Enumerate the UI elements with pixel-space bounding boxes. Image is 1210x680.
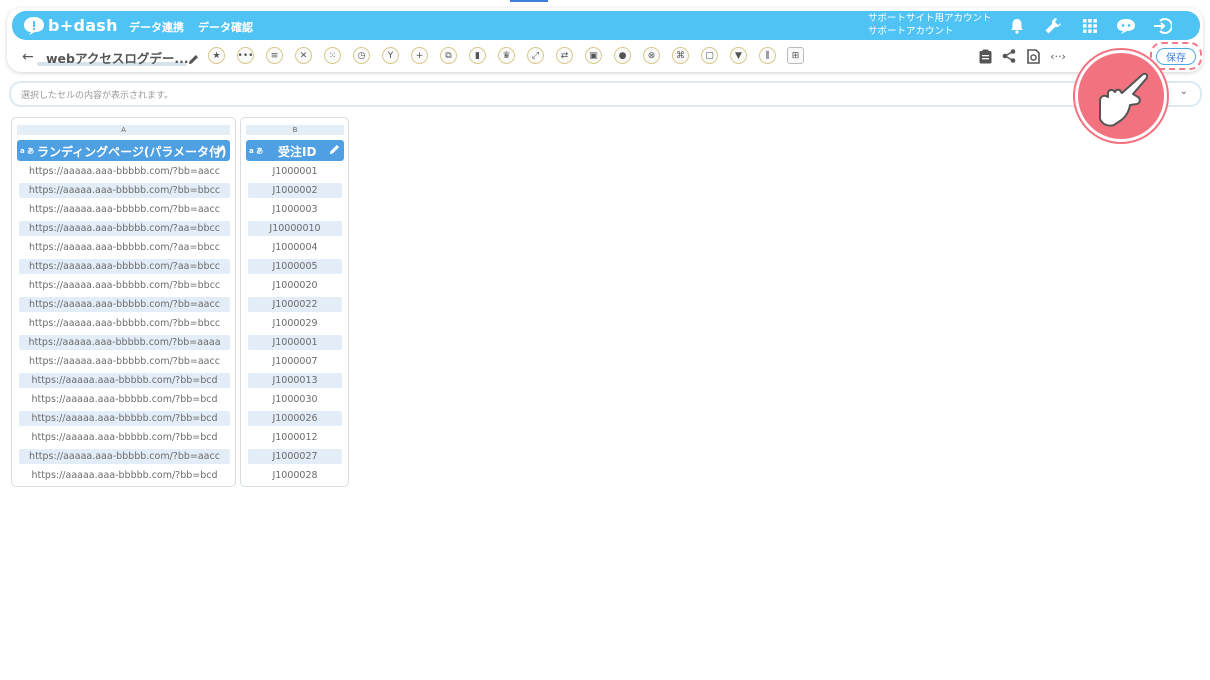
- cell-a-10[interactable]: https://aaaaa.aaa-bbbbb.com/?bb=aaaa: [19, 335, 230, 350]
- cell-a-1[interactable]: https://aaaaa.aaa-bbbbb.com/?bb=aacc: [19, 164, 230, 179]
- cell-a-16[interactable]: https://aaaaa.aaa-bbbbb.com/?bb=aacc: [19, 449, 230, 464]
- edit-column-pencil-icon[interactable]: [329, 144, 340, 158]
- cell-a-6[interactable]: https://aaaaa.aaa-bbbbb.com/?aa=bbcc: [19, 259, 230, 274]
- column-card-a: A a あ ランディングページ(パラメータ付) https://aaaaa.aa…: [11, 117, 236, 487]
- column-letter-a[interactable]: A: [17, 125, 230, 135]
- cell-b-7[interactable]: J1000020: [248, 278, 342, 293]
- cell-a-13[interactable]: https://aaaaa.aaa-bbbbb.com/?bb=bcd: [19, 392, 230, 407]
- column-name-b: 受注ID: [278, 145, 317, 159]
- cell-b-15[interactable]: J1000012: [248, 430, 342, 445]
- cell-a-4[interactable]: https://aaaaa.aaa-bbbbb.com/?aa=bbcc: [19, 221, 230, 236]
- edit-column-pencil-icon[interactable]: [215, 144, 226, 158]
- cell-b-14[interactable]: J1000026: [248, 411, 342, 426]
- cell-b-5[interactable]: J1000004: [248, 240, 342, 255]
- cell-a-15[interactable]: https://aaaaa.aaa-bbbbb.com/?bb=bcd: [19, 430, 230, 445]
- tools-icon[interactable]: ✕: [295, 47, 312, 64]
- logout-icon[interactable]: [1151, 15, 1173, 37]
- share-icon[interactable]: [1000, 47, 1018, 65]
- cell-a-9[interactable]: https://aaaaa.aaa-bbbbb.com/?bb=bbcc: [19, 316, 230, 331]
- cell-a-12[interactable]: https://aaaaa.aaa-bbbbb.com/?bb=bcd: [19, 373, 230, 388]
- code-icon[interactable]: ‹··›: [1049, 47, 1067, 65]
- pointing-hand-annotation: [1075, 50, 1167, 142]
- cell-b-6[interactable]: J1000005: [248, 259, 342, 274]
- text-type-icon: a あ: [249, 147, 264, 155]
- image-icon[interactable]: ⌘: [672, 47, 689, 64]
- column-letter-b[interactable]: B: [246, 125, 344, 135]
- column-cells-a: https://aaaaa.aaa-bbbbb.com/?bb=aacc htt…: [19, 164, 230, 487]
- cluster-icon[interactable]: ⁙: [324, 47, 341, 64]
- star-icon[interactable]: ★: [208, 47, 225, 64]
- header-bar: b+dash データ連携 データ確認 サポートサイト用アカウント サポートアカウ…: [12, 11, 1200, 40]
- cell-a-7[interactable]: https://aaaaa.aaa-bbbbb.com/?bb=bbcc: [19, 278, 230, 293]
- cell-a-17[interactable]: https://aaaaa.aaa-bbbbb.com/?bb=bcd: [19, 468, 230, 483]
- more-icon[interactable]: •••: [237, 47, 254, 64]
- column-header-a[interactable]: a あ ランディングページ(パラメータ付): [17, 140, 230, 161]
- cell-b-10[interactable]: J1000001: [248, 335, 342, 350]
- apps-grid-icon[interactable]: [1079, 15, 1101, 37]
- nav-data-integration[interactable]: データ連携: [129, 19, 184, 35]
- plus-icon[interactable]: +: [411, 47, 428, 64]
- cell-b-2[interactable]: J1000002: [248, 183, 342, 198]
- filter-icon[interactable]: ▼: [730, 47, 747, 64]
- page-title[interactable]: webアクセスログデー...: [46, 48, 189, 67]
- restore-icon[interactable]: [1024, 47, 1042, 65]
- column-cells-b: J1000001 J1000002 J1000003 J10000010 J10…: [248, 164, 342, 487]
- close-circle-icon[interactable]: ⊗: [643, 47, 660, 64]
- cell-b-8[interactable]: J1000022: [248, 297, 342, 312]
- grid-icon[interactable]: ⊞: [787, 47, 804, 64]
- cell-b-17[interactable]: J1000028: [248, 468, 342, 483]
- toolbar-row: ← webアクセスログデー... ★ ••• ≡ ✕ ⁙ ◷ Y + ⧉ ▮ ♛…: [12, 44, 1200, 70]
- cell-b-13[interactable]: J1000030: [248, 392, 342, 407]
- cell-b-1[interactable]: J1000001: [248, 164, 342, 179]
- cell-content-bar[interactable]: 選択したセルの内容が表示されます。 ⌄: [11, 83, 1200, 105]
- chevron-down-icon[interactable]: ⌄: [1180, 86, 1188, 97]
- column-card-b: B a あ 受注ID J1000001 J1000002 J1000003 J1…: [240, 117, 349, 487]
- logo-text: b+dash: [48, 16, 118, 35]
- crown-icon[interactable]: ♛: [498, 47, 515, 64]
- expand-icon[interactable]: ⤢: [527, 47, 544, 64]
- nav-data-confirm[interactable]: データ確認: [198, 19, 253, 35]
- cell-content-placeholder: 選択したセルの内容が表示されます。: [21, 91, 174, 101]
- column-header-b[interactable]: a あ 受注ID: [246, 140, 344, 161]
- bell-icon[interactable]: [1006, 15, 1028, 37]
- cell-b-3[interactable]: J1000003: [248, 202, 342, 217]
- cell-b-16[interactable]: J1000027: [248, 449, 342, 464]
- edit-title-pencil-icon[interactable]: [188, 50, 199, 69]
- column-name-a: ランディングページ(パラメータ付): [37, 145, 227, 159]
- cell-a-8[interactable]: https://aaaaa.aaa-bbbbb.com/?bb=aacc: [19, 297, 230, 312]
- trash-icon[interactable]: ▮: [469, 47, 486, 64]
- cell-b-12[interactable]: J1000013: [248, 373, 342, 388]
- back-arrow-icon[interactable]: ←: [22, 49, 34, 65]
- square-icon[interactable]: ▢: [701, 47, 718, 64]
- list-icon[interactable]: ≡: [266, 47, 283, 64]
- account-site-name: サポートサイト用アカウント: [868, 13, 992, 24]
- logo-bubble-icon: [24, 16, 44, 35]
- bag-icon[interactable]: ●: [614, 47, 631, 64]
- cell-b-4[interactable]: J10000010: [248, 221, 342, 236]
- chat-bot-icon[interactable]: [1115, 15, 1137, 37]
- swap-icon[interactable]: ⇄: [556, 47, 573, 64]
- account-user-name: サポートアカウント: [868, 25, 954, 37]
- cell-b-11[interactable]: J1000007: [248, 354, 342, 369]
- cell-a-14[interactable]: https://aaaaa.aaa-bbbbb.com/?bb=bcd: [19, 411, 230, 426]
- pointing-hand-icon: [1099, 72, 1149, 127]
- branch-icon[interactable]: Y: [382, 47, 399, 64]
- copy-icon[interactable]: ⧉: [440, 47, 457, 64]
- cell-a-5[interactable]: https://aaaaa.aaa-bbbbb.com/?aa=bbcc: [19, 240, 230, 255]
- cell-a-11[interactable]: https://aaaaa.aaa-bbbbb.com/?bb=aacc: [19, 354, 230, 369]
- text-type-icon: a あ: [20, 147, 35, 155]
- clipboard-icon[interactable]: [976, 47, 994, 65]
- cell-a-2[interactable]: https://aaaaa.aaa-bbbbb.com/?bb=bbcc: [19, 183, 230, 198]
- timer-icon[interactable]: ◷: [353, 47, 370, 64]
- lock-icon[interactable]: ▣: [585, 47, 602, 64]
- cell-a-3[interactable]: https://aaaaa.aaa-bbbbb.com/?bb=aacc: [19, 202, 230, 217]
- account-info[interactable]: サポートサイト用アカウント サポートアカウント: [868, 13, 992, 38]
- barcode-icon[interactable]: ⫼: [759, 47, 776, 64]
- wrench-icon[interactable]: [1042, 15, 1064, 37]
- cell-b-9[interactable]: J1000029: [248, 316, 342, 331]
- top-indicator: [510, 0, 548, 2]
- logo[interactable]: b+dash: [23, 15, 118, 36]
